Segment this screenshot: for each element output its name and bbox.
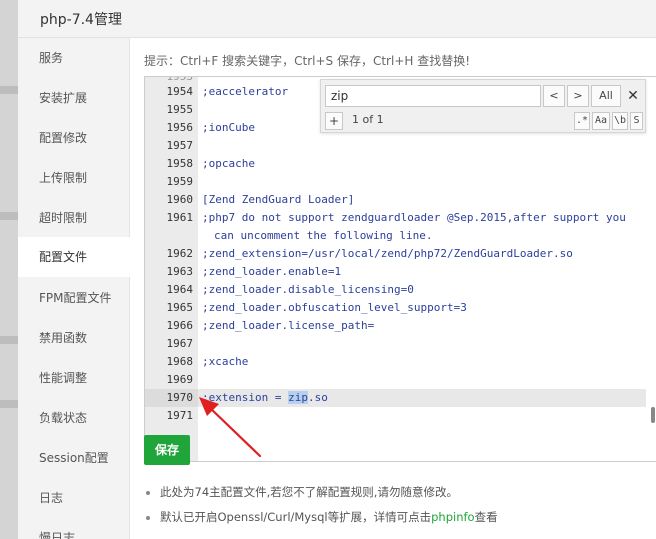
note-text: 查看	[474, 510, 498, 524]
search-input[interactable]	[325, 85, 541, 107]
line-number: 1962	[166, 247, 194, 260]
line-number: 1958	[166, 157, 194, 170]
code-line: [Zend ZendGuard Loader]	[202, 193, 355, 206]
close-icon[interactable]: ✕	[625, 86, 641, 106]
line-number: 1959	[166, 175, 194, 188]
line-number-active: 1970	[166, 391, 194, 404]
sidebar-item-disabled-functions[interactable]: 禁用函数	[18, 318, 130, 358]
line-number: 1967	[166, 337, 194, 350]
sidebar-item-timeout-limit[interactable]: 超时限制	[18, 198, 130, 238]
sidebar-item-upload-limit[interactable]: 上传限制	[18, 158, 130, 198]
line-number: 1965	[166, 301, 194, 314]
line-number: 1966	[166, 319, 194, 332]
case-sensitive-toggle[interactable]: Aa	[592, 112, 610, 130]
note-text: 此处为74主配置文件,若您不了解配置规则,请勿随意修改。	[160, 485, 458, 499]
line-number: 1964	[166, 283, 194, 296]
regex-toggle[interactable]: .*	[574, 112, 590, 130]
line-number: 1963	[166, 265, 194, 278]
line-number: 1968	[166, 355, 194, 368]
sidebar-item-install-extensions[interactable]: 安装扩展	[18, 78, 130, 118]
sidebar-item-slow-log[interactable]: 慢日志	[18, 518, 130, 539]
line-number: 1955	[166, 103, 194, 116]
shortcut-hint: 提示：Ctrl+F 搜索关键字，Ctrl+S 保存，Ctrl+H 查找替换!	[144, 54, 471, 68]
phpinfo-link[interactable]: phpinfo	[431, 510, 474, 524]
whole-word-toggle[interactable]: \b	[612, 112, 628, 130]
sidebar-item-service[interactable]: 服务	[18, 38, 130, 78]
main-panel: 提示：Ctrl+F 搜索关键字，Ctrl+S 保存，Ctrl+H 查找替换! 1…	[130, 38, 656, 539]
red-arrow-annotation	[199, 397, 262, 458]
sidebar-item-config-modify[interactable]: 配置修改	[18, 118, 130, 158]
code-line: ;php7 do not support zendguardloader @Se…	[202, 211, 626, 224]
background-window-strip	[0, 0, 18, 539]
code-text: .so	[307, 391, 328, 404]
code-line: ;opcache	[202, 157, 255, 170]
note-item: 默认已开启Openssl/Curl/Mysql等扩展，详情可点击phpinfo查…	[146, 509, 498, 525]
line-number: 1969	[166, 373, 194, 386]
sidebar-item-session-config[interactable]: Session配置	[18, 438, 130, 478]
code-line: ;eaccelerator	[202, 85, 289, 98]
code-line-wrapped: can uncomment the following line.	[214, 229, 433, 242]
find-previous-button[interactable]: <	[543, 85, 565, 107]
find-all-button[interactable]: All	[591, 85, 621, 107]
find-next-button[interactable]: >	[567, 85, 589, 107]
sidebar-item-config-file[interactable]: 配置文件	[18, 237, 131, 277]
search-panel: < > All ✕ + 1 of 1 .* Aa \b S	[320, 79, 646, 133]
search-selection-toggle[interactable]: S	[630, 112, 643, 130]
search-match-highlight: zip	[288, 391, 308, 404]
code-line: ;zend_loader.enable=1	[202, 265, 342, 278]
sidebar-item-log[interactable]: 日志	[18, 478, 130, 518]
save-button[interactable]: 保存	[144, 435, 190, 465]
code-line: ;zend_loader.disable_licensing=0	[202, 283, 414, 296]
bullet-icon	[146, 515, 150, 520]
line-number: 1971	[166, 409, 194, 422]
note-text: 默认已开启Openssl/Curl/Mysql等扩展，详情可点击	[160, 510, 432, 524]
line-number: 1961	[166, 211, 194, 224]
sidebar-item-fpm-config-file[interactable]: FPM配置文件	[18, 278, 130, 318]
note-item: 此处为74主配置文件,若您不了解配置规则,请勿随意修改。	[146, 484, 458, 500]
code-line: ;zend_extension=/usr/local/zend/php72/Ze…	[202, 247, 573, 260]
code-line: ;xcache	[202, 355, 249, 368]
bullet-icon	[146, 490, 150, 495]
php-manager-window: php-7.4管理 服务 安装扩展 配置修改 上传限制 超时限制 配置文件 FP…	[18, 0, 656, 539]
sidebar-item-load-status[interactable]: 负载状态	[18, 398, 130, 438]
line-number: 1960	[166, 193, 194, 206]
line-number: 1957	[166, 139, 194, 152]
code-line: ;ionCube	[202, 121, 255, 134]
code-line: ;zend_loader.obfuscation_level_support=3	[202, 301, 467, 314]
window-title: php-7.4管理	[40, 12, 122, 28]
code-line: ;zend_loader.license_path=	[202, 319, 375, 332]
line-number: 1956	[166, 121, 194, 134]
window-titlebar: php-7.4管理	[18, 0, 656, 38]
sidebar: 服务 安装扩展 配置修改 上传限制 超时限制 配置文件 FPM配置文件 禁用函数…	[18, 38, 131, 539]
line-number: 1954	[166, 85, 194, 98]
editor-scrollbar[interactable]	[651, 407, 655, 423]
match-count: 1 of 1	[352, 113, 384, 126]
sidebar-item-performance-tuning[interactable]: 性能调整	[18, 358, 130, 398]
toggle-replace-button[interactable]: +	[325, 112, 343, 130]
